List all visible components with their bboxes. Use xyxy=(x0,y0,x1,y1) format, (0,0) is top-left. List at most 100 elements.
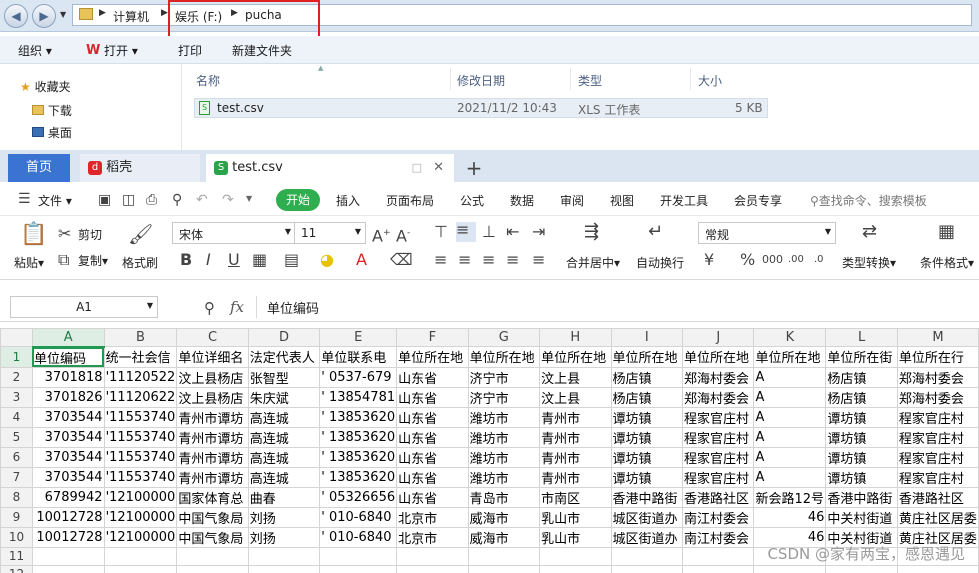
sheet-cell[interactable]: 单位联系电 xyxy=(319,346,398,368)
sheet-cell[interactable]: 香港路社区 xyxy=(896,486,979,508)
thousands-icon[interactable]: 000 xyxy=(762,252,783,268)
file-row[interactable]: S test.csv 2021/11/2 10:43 XLS 工作表 5 KB xyxy=(194,98,768,118)
sheet-cell[interactable]: 单位所在地 xyxy=(396,346,469,368)
sheet-cell[interactable] xyxy=(539,564,612,573)
bold-icon[interactable]: B xyxy=(180,252,192,268)
sheet-cell[interactable]: ' 13853620 xyxy=(319,446,398,468)
sheet-cell[interactable]: ' 010-6840 xyxy=(319,526,398,548)
font-name-select[interactable]: 宋体 ▼ xyxy=(172,222,296,244)
row-header[interactable]: 5 xyxy=(0,426,33,448)
command-search[interactable]: ⚲查找命令、搜索模板 xyxy=(810,192,927,209)
sheet-cell[interactable]: 郑海村委会 xyxy=(896,386,979,408)
align-bottom-icon[interactable]: ⊥ xyxy=(482,224,496,240)
sheet-cell[interactable]: ' 05326656 xyxy=(319,486,398,508)
print-preview-icon[interactable]: ⚲ xyxy=(172,192,182,208)
sheet-cell[interactable] xyxy=(176,564,249,573)
sheet-cell[interactable] xyxy=(247,564,321,573)
sheet-cell[interactable]: 单位编码 xyxy=(31,346,105,368)
sheet-cell[interactable]: 谭坊镇 xyxy=(610,406,684,428)
menu-member[interactable]: 会员专享 xyxy=(734,192,782,209)
underline-icon[interactable]: U xyxy=(228,252,240,268)
sheet-cell[interactable]: 青州市谭坊 xyxy=(176,446,249,468)
align-center-icon[interactable]: ≡ xyxy=(458,252,471,268)
sheet-cell[interactable]: A xyxy=(753,406,827,428)
sheet-cell[interactable]: 香港路社区 xyxy=(681,486,755,508)
sheet-cell[interactable]: ' 13853620 xyxy=(319,426,398,448)
align-left-icon[interactable]: ≡ xyxy=(434,252,447,268)
sheet-cell[interactable]: 单位所在地 xyxy=(753,346,827,368)
back-arrow-icon[interactable]: ◀ xyxy=(4,4,28,28)
sheet-cell[interactable]: 郑海村委会 xyxy=(896,366,979,388)
percent-icon[interactable]: % xyxy=(740,252,755,268)
sheet-cell[interactable]: 青州市谭坊 xyxy=(176,406,249,428)
cut-button[interactable]: 剪切 xyxy=(78,226,102,243)
more-arrow-icon[interactable]: ▼ xyxy=(246,194,252,203)
sheet-cell[interactable]: 汶上县 xyxy=(539,386,612,408)
hamburger-icon[interactable]: ☰ xyxy=(18,191,31,207)
save-icon[interactable]: ▣ xyxy=(98,192,111,208)
menu-view[interactable]: 视图 xyxy=(610,192,634,209)
sheet-cell[interactable]: '12100000 xyxy=(103,506,178,528)
nav-downloads[interactable]: 下载 xyxy=(32,102,72,119)
sheet-cell[interactable]: 郑海村委会 xyxy=(681,386,755,408)
sheet-cell[interactable]: 谭坊镇 xyxy=(610,466,684,488)
sheet-cell[interactable]: 汶上县 xyxy=(539,366,612,388)
sheet-cell[interactable]: 6789942 xyxy=(31,486,105,508)
align-middle-icon[interactable]: ≡ xyxy=(456,222,476,242)
sheet-cell[interactable]: 10012728 xyxy=(31,526,105,548)
menu-formula[interactable]: 公式 xyxy=(460,192,484,209)
sheet-cell[interactable] xyxy=(896,564,979,573)
sheet-cell[interactable]: ' 13853620 xyxy=(319,466,398,488)
sheet-cell[interactable]: 山东省 xyxy=(396,366,469,388)
sheet-cell[interactable]: 朱庆斌 xyxy=(247,386,321,408)
sheet-cell[interactable]: 单位所在地 xyxy=(610,346,684,368)
sheet-cell[interactable]: A xyxy=(753,386,827,408)
open-button[interactable]: 打开 ▾ xyxy=(104,42,138,59)
sheet-cell[interactable]: 青州市 xyxy=(539,406,612,428)
sheet-cell[interactable]: A xyxy=(753,466,827,488)
column-header[interactable]: L xyxy=(825,328,898,347)
sheet-cell[interactable]: A xyxy=(753,446,827,468)
menu-data[interactable]: 数据 xyxy=(510,192,534,209)
tab-home[interactable]: 首页 xyxy=(8,154,70,182)
sheet-cell[interactable] xyxy=(681,564,755,573)
sheet-cell[interactable]: 3701826 xyxy=(31,386,105,408)
sheet-cell[interactable]: 高连城 xyxy=(247,446,321,468)
sheet-cell[interactable]: 青州市谭坊 xyxy=(176,466,249,488)
sheet-cell[interactable] xyxy=(103,564,178,573)
history-dropdown-icon[interactable]: ▼ xyxy=(60,10,66,19)
sheet-cell[interactable]: ' 13853620 xyxy=(319,406,398,428)
sheet-cell[interactable]: 国家体育总 xyxy=(176,486,249,508)
sheet-cell[interactable] xyxy=(396,546,469,566)
sheet-cell[interactable]: 郑海村委会 xyxy=(681,366,755,388)
distributed-icon[interactable]: ≡ xyxy=(532,252,545,268)
sheet-cell[interactable]: 程家官庄村 xyxy=(681,406,755,428)
row-header[interactable]: 7 xyxy=(0,466,33,488)
sheet-cell[interactable] xyxy=(681,546,755,566)
number-format-select[interactable]: 常规 ▼ xyxy=(698,222,836,244)
paste-button[interactable]: 粘贴▾ xyxy=(14,254,44,271)
column-header[interactable]: I xyxy=(610,328,684,347)
sheet-cell[interactable]: 3703544 xyxy=(31,466,105,488)
border-icon[interactable]: ▦ xyxy=(252,252,267,268)
sheet-cell[interactable]: 南江村委会 xyxy=(681,506,755,528)
fill-color-icon[interactable]: ◕ xyxy=(320,252,334,268)
sheet-cell[interactable]: 北京市 xyxy=(396,506,469,528)
sheet-cell[interactable]: ' 0537-679 xyxy=(319,366,398,388)
sheet-cell[interactable]: 青岛市 xyxy=(467,486,541,508)
sheet-cell[interactable]: 中国气象局 xyxy=(176,506,249,528)
sheet-cell[interactable]: 潍坊市 xyxy=(467,406,541,428)
sheet-cell[interactable]: 青州市 xyxy=(539,446,612,468)
menu-start[interactable]: 开始 xyxy=(276,189,320,211)
font-color-icon[interactable]: A xyxy=(356,252,367,268)
sheet-cell[interactable]: 单位所在地 xyxy=(539,346,612,368)
new-folder-button[interactable]: 新建文件夹 xyxy=(232,42,292,59)
sheet-cell[interactable]: 乳山市 xyxy=(539,506,612,528)
grow-font-icon[interactable]: A+ xyxy=(372,225,391,244)
sheet-cell[interactable] xyxy=(31,546,105,566)
sheet-cell[interactable]: 单位所在行 xyxy=(896,346,979,368)
fx-icon[interactable]: fx xyxy=(230,298,244,316)
close-icon[interactable]: ✕ xyxy=(433,154,444,182)
sheet-cell[interactable]: 山东省 xyxy=(396,466,469,488)
sheet-cell[interactable]: 山东省 xyxy=(396,426,469,448)
